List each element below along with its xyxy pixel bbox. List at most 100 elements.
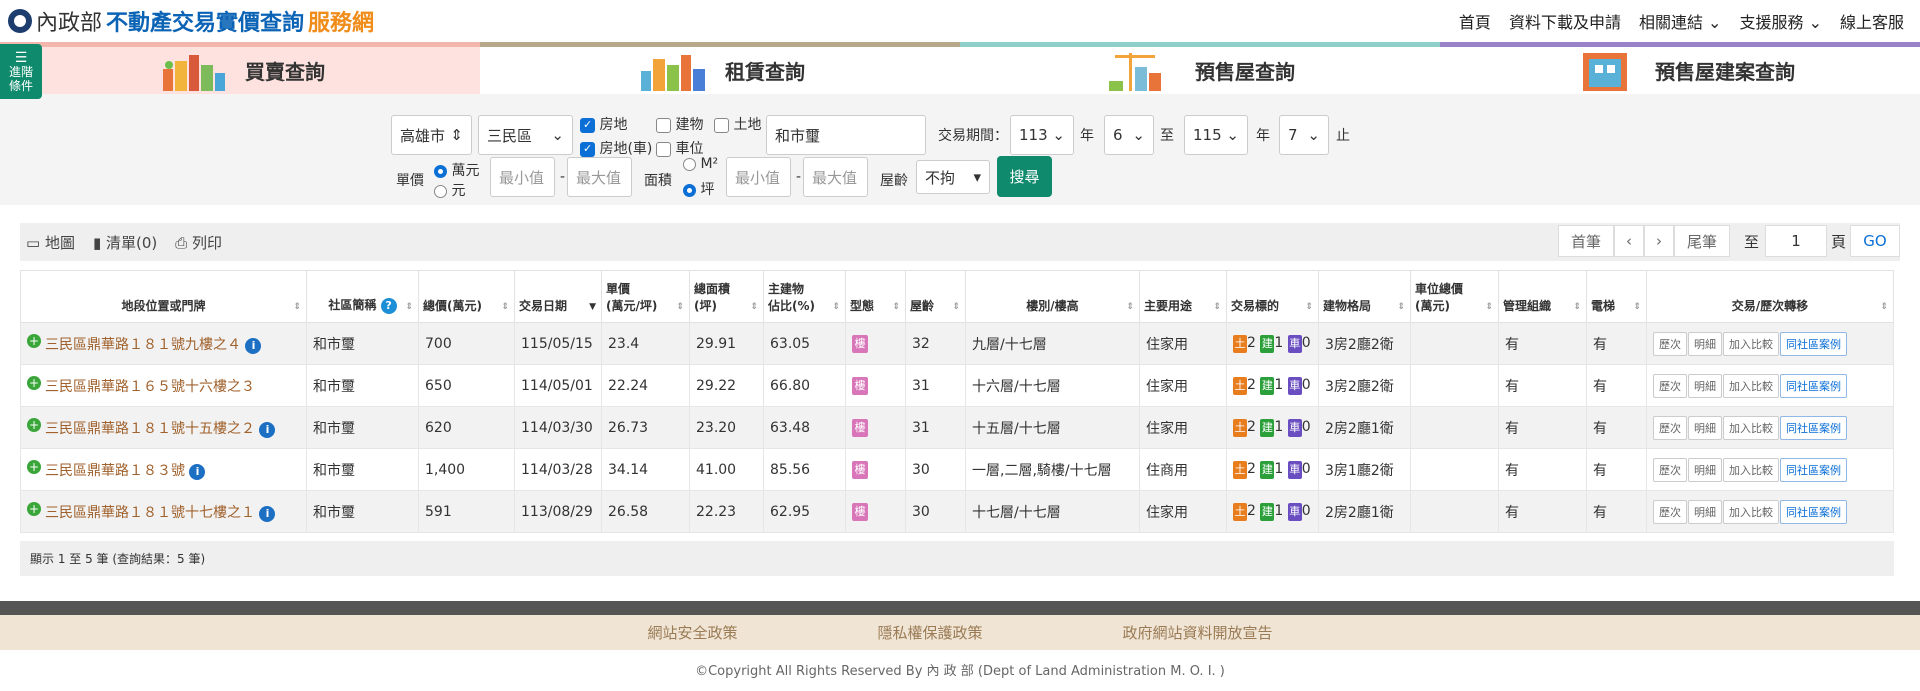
page-number-input[interactable]: 1 [1764,225,1827,257]
type-parking[interactable]: 車位 [656,138,703,158]
price-min-input[interactable]: 最小值 [490,157,555,197]
nav-download[interactable]: 資料下載及申請 [1509,9,1621,33]
add-compare-button[interactable]: 加入比較 [1723,415,1779,440]
col-header-layout[interactable]: 建物格局 ⇕ [1318,270,1411,323]
site-logo[interactable]: 內政部 不動產交易實價查詢 服務網 [8,5,374,37]
community-input[interactable]: 和市璽 [766,115,926,155]
address-link[interactable]: 三民區鼎華路１８３號 [45,463,185,479]
map-button[interactable]: ▭ 地圖 [26,232,75,253]
history-button[interactable]: 歷次 [1653,457,1687,482]
detail-button[interactable]: 明細 [1688,457,1722,482]
type-house-car[interactable]: 房地(車) [580,138,652,158]
price-max-input[interactable]: 最大值 [567,157,632,197]
same-community-button[interactable]: 同社區案例 [1780,415,1847,440]
radio-icon[interactable] [683,157,696,171]
radio-checked-icon[interactable] [683,183,696,197]
expand-plus-icon[interactable]: + [27,459,41,474]
expand-plus-icon[interactable]: + [27,375,41,390]
col-header-target[interactable]: 交易標的 ⇕ [1226,270,1319,323]
unit-yuan-radio[interactable]: 元 [434,180,465,200]
radio-icon[interactable] [434,184,447,198]
col-header-car-price[interactable]: 車位總價 (萬元) ⇕ [1410,270,1499,323]
expand-plus-icon[interactable]: + [27,501,41,516]
col-header-total[interactable]: 總價(萬元) ⇕ [418,270,515,323]
checkbox-checked-icon[interactable] [580,141,595,157]
from-year-select[interactable]: 113 ⌄ [1010,115,1074,155]
info-icon[interactable]: i [259,505,276,522]
col-header-area[interactable]: 總面積 (坪) ⇕ [689,270,764,323]
tab-sale[interactable]: 買賣查詢 [0,42,480,94]
checkbox-checked-icon[interactable] [580,117,595,133]
help-icon[interactable]: ? [380,298,397,314]
footer-link-security[interactable]: 網站安全政策 [647,622,737,643]
history-button[interactable]: 歷次 [1653,499,1687,524]
city-select[interactable]: 高雄市 ⇕ [391,115,472,155]
radio-checked-icon[interactable] [434,164,447,178]
advanced-conditions-button[interactable]: ☰ 進階 條件 [0,44,42,99]
col-header-community[interactable]: 社區簡稱 ? ⇕ [306,270,419,323]
to-month-select[interactable]: 7 ⌄ [1279,115,1329,155]
col-header-address[interactable]: 地段位置或門牌 ⇕ [20,270,307,323]
age-dropdown[interactable]: 不拘 ▾ [916,160,990,194]
col-header-ratio[interactable]: 主建物 佔比(%) ⇕ [763,270,846,323]
prev-page-button[interactable]: ‹ [1613,225,1644,257]
footer-link-privacy[interactable]: 隱私權保護政策 [877,622,982,643]
first-page-button[interactable]: 首筆 [1557,225,1614,257]
tab-presale[interactable]: 預售屋查詢 [960,42,1440,94]
col-header-type[interactable]: 型態 ⇕ [845,270,906,323]
same-community-button[interactable]: 同社區案例 [1780,331,1847,356]
col-header-transfer[interactable]: 交易/歷次轉移 ⇕ [1646,270,1894,323]
type-land[interactable]: 土地 [714,114,761,134]
detail-button[interactable]: 明細 [1688,331,1722,356]
address-link[interactable]: 三民區鼎華路１８１號十七樓之１ [45,505,255,521]
search-button[interactable]: 搜尋 [997,156,1052,197]
history-button[interactable]: 歷次 [1653,373,1687,398]
same-community-button[interactable]: 同社區案例 [1780,373,1847,398]
nav-support[interactable]: 支援服務 ⌄ [1739,9,1822,33]
col-header-unit-price[interactable]: 單價 (萬元/坪) ⇕ [601,270,690,323]
nav-links[interactable]: 相關連結 ⌄ [1639,9,1722,33]
address-link[interactable]: 三民區鼎華路１６５號十六樓之３ [45,379,255,395]
to-year-select[interactable]: 115 ⌄ [1184,115,1248,155]
detail-button[interactable]: 明細 [1688,499,1722,524]
type-building[interactable]: 建物 [656,114,703,134]
checkbox-icon[interactable] [656,141,671,157]
from-month-select[interactable]: 6 ⌄ [1104,115,1154,155]
area-ping-radio[interactable]: 坪 [683,179,714,199]
same-community-button[interactable]: 同社區案例 [1780,457,1847,482]
address-link[interactable]: 三民區鼎華路１８１號九樓之４ [45,337,241,353]
list-button[interactable]: ▮ 清單(0) [93,232,157,253]
area-m2-radio[interactable]: M² [683,156,718,172]
type-house[interactable]: 房地 [580,114,627,134]
info-icon[interactable]: i [245,337,262,354]
print-button[interactable]: ⎙ 列印 [175,232,222,253]
col-header-mgmt[interactable]: 管理組織 ⇕ [1498,270,1587,323]
last-page-button[interactable]: 尾筆 [1673,225,1730,257]
same-community-button[interactable]: 同社區案例 [1780,499,1847,524]
district-select[interactable]: 三民區 ⌄ [478,115,573,155]
add-compare-button[interactable]: 加入比較 [1723,373,1779,398]
col-header-age[interactable]: 屋齡 ⇕ [905,270,966,323]
history-button[interactable]: 歷次 [1653,331,1687,356]
info-icon[interactable]: i [259,421,276,438]
col-header-elevator[interactable]: 電梯 ⇕ [1586,270,1647,323]
add-compare-button[interactable]: 加入比較 [1723,331,1779,356]
tab-presale-projects[interactable]: 預售屋建案查詢 [1440,42,1920,94]
address-link[interactable]: 三民區鼎華路１８１號十五樓之２ [45,421,255,437]
detail-button[interactable]: 明細 [1688,373,1722,398]
unit-wan-radio[interactable]: 萬元 [434,160,479,180]
col-header-date[interactable]: 交易日期 ▼ [514,270,602,323]
add-compare-button[interactable]: 加入比較 [1723,499,1779,524]
expand-plus-icon[interactable]: + [27,417,41,432]
history-button[interactable]: 歷次 [1653,415,1687,440]
next-page-button[interactable]: › [1643,225,1674,257]
col-header-use[interactable]: 主要用途 ⇕ [1139,270,1227,323]
detail-button[interactable]: 明細 [1688,415,1722,440]
checkbox-icon[interactable] [656,117,671,133]
tab-rent[interactable]: 租賃查詢 [480,42,960,94]
area-max-input[interactable]: 最大值 [803,157,868,197]
checkbox-icon[interactable] [714,117,729,133]
go-button[interactable]: GO [1850,225,1900,257]
nav-home[interactable]: 首頁 [1459,9,1491,33]
footer-link-opendata[interactable]: 政府網站資料開放宣告 [1123,622,1273,643]
